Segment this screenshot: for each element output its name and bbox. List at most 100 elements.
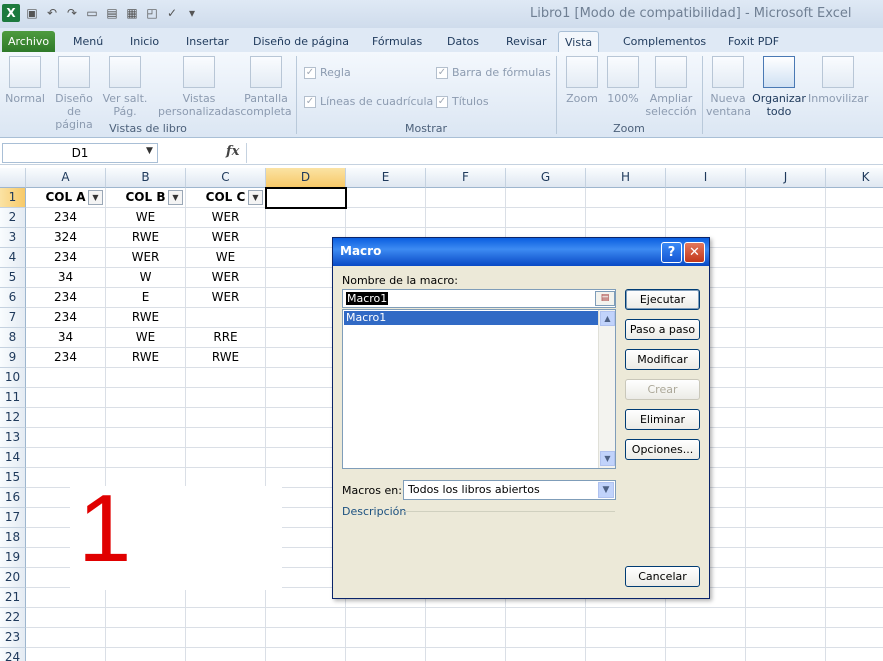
edit-button[interactable]: Modificar — [625, 349, 700, 370]
filter-dropdown-icon[interactable]: ▼ — [168, 190, 183, 205]
row-header-1[interactable]: 1 — [0, 188, 26, 208]
cell-a8[interactable]: 34 — [26, 328, 106, 348]
cell-j16[interactable] — [746, 488, 826, 508]
arrange-all-button[interactable]: Organizar todo — [752, 56, 806, 118]
row-header-11[interactable]: 11 — [0, 388, 26, 408]
cell-j24[interactable] — [746, 648, 826, 661]
cell-a6[interactable]: 234 — [26, 288, 106, 308]
row-header-23[interactable]: 23 — [0, 628, 26, 648]
cell-k11[interactable] — [826, 388, 883, 408]
cell-g1[interactable] — [506, 188, 586, 208]
filter-dropdown-icon[interactable]: ▼ — [88, 190, 103, 205]
macros-in-select[interactable]: Todos los libros abiertos ▼ — [403, 480, 616, 500]
cell-e24[interactable] — [346, 648, 426, 661]
zoom-button[interactable]: Zoom — [562, 56, 602, 105]
row-header-12[interactable]: 12 — [0, 408, 26, 428]
close-icon[interactable]: ✕ — [684, 242, 705, 263]
tab-formulas[interactable]: Fórmulas — [366, 31, 428, 52]
tab-inicio[interactable]: Inicio — [124, 31, 165, 52]
cell-c6[interactable]: WER — [186, 288, 266, 308]
cell-b9[interactable]: RWE — [106, 348, 186, 368]
row-header-19[interactable]: 19 — [0, 548, 26, 568]
cell-g22[interactable] — [506, 608, 586, 628]
row-header-14[interactable]: 14 — [0, 448, 26, 468]
cell-a23[interactable] — [26, 628, 106, 648]
new-file-icon[interactable]: ▭ — [84, 5, 100, 21]
gridlines-checkbox[interactable]: ✓ Líneas de cuadrícula — [304, 95, 433, 108]
cell-k8[interactable] — [826, 328, 883, 348]
cell-c9[interactable]: RWE — [186, 348, 266, 368]
cell-c7[interactable] — [186, 308, 266, 328]
delete-button[interactable]: Eliminar — [625, 409, 700, 430]
cancel-button[interactable]: Cancelar — [625, 566, 700, 587]
row-header-13[interactable]: 13 — [0, 428, 26, 448]
name-box[interactable]: D1 — [2, 143, 158, 163]
cell-j1[interactable] — [746, 188, 826, 208]
help-icon[interactable]: ? — [661, 242, 682, 263]
cell-a7[interactable]: 234 — [26, 308, 106, 328]
column-header-j[interactable]: J — [746, 168, 826, 188]
cell-i2[interactable] — [666, 208, 746, 228]
range-picker-icon[interactable]: ▤ — [595, 291, 615, 306]
cell-a3[interactable]: 324 — [26, 228, 106, 248]
freeze-panes-button[interactable]: Inmovilizar — [808, 56, 868, 105]
cell-j6[interactable] — [746, 288, 826, 308]
cell-a14[interactable] — [26, 448, 106, 468]
cell-k24[interactable] — [826, 648, 883, 661]
cell-d22[interactable] — [266, 608, 346, 628]
tab-vista[interactable]: Vista — [558, 31, 600, 52]
cell-j18[interactable] — [746, 528, 826, 548]
row-header-7[interactable]: 7 — [0, 308, 26, 328]
cell-h22[interactable] — [586, 608, 666, 628]
column-header-b[interactable]: B — [106, 168, 186, 188]
cell-a11[interactable] — [26, 388, 106, 408]
cell-c3[interactable]: WER — [186, 228, 266, 248]
cell-a24[interactable] — [26, 648, 106, 661]
column-header-e[interactable]: E — [346, 168, 426, 188]
cell-b5[interactable]: W — [106, 268, 186, 288]
print-preview-icon[interactable]: ◰ — [144, 5, 160, 21]
tab-revisar[interactable]: Revisar — [500, 31, 552, 52]
cell-k6[interactable] — [826, 288, 883, 308]
cell-b12[interactable] — [106, 408, 186, 428]
cell-j11[interactable] — [746, 388, 826, 408]
scroll-up-icon[interactable]: ▲ — [600, 311, 615, 326]
cell-g23[interactable] — [506, 628, 586, 648]
excel-logo-icon[interactable]: X — [2, 4, 20, 22]
cell-k12[interactable] — [826, 408, 883, 428]
cell-b23[interactable] — [106, 628, 186, 648]
page-break-view-button[interactable]: Ver salt. Pág. — [102, 56, 148, 118]
cell-h2[interactable] — [586, 208, 666, 228]
tab-diseno-pagina[interactable]: Diseño de página — [247, 31, 355, 52]
cell-a12[interactable] — [26, 408, 106, 428]
cell-b10[interactable] — [106, 368, 186, 388]
formula-bar-checkbox[interactable]: ✓ Barra de fórmulas — [436, 66, 551, 79]
cell-k19[interactable] — [826, 548, 883, 568]
page-layout-view-button[interactable]: Diseño de página — [48, 56, 100, 131]
insert-function-icon[interactable]: fx — [226, 144, 239, 159]
zoom-100-button[interactable]: 100% — [604, 56, 642, 105]
column-header-k[interactable]: K — [826, 168, 883, 188]
list-item[interactable]: Macro1 — [344, 311, 599, 325]
cell-j5[interactable] — [746, 268, 826, 288]
cell-c10[interactable] — [186, 368, 266, 388]
cell-j3[interactable] — [746, 228, 826, 248]
column-header-a[interactable]: A — [26, 168, 106, 188]
cell-j12[interactable] — [746, 408, 826, 428]
cell-c1[interactable]: COL C ▼ — [186, 188, 266, 208]
tab-foxit-pdf[interactable]: Foxit PDF — [722, 31, 785, 52]
cell-k18[interactable] — [826, 528, 883, 548]
macro-name-input[interactable]: Macro1 — [342, 289, 616, 308]
cell-d2[interactable] — [266, 208, 346, 228]
cell-i24[interactable] — [666, 648, 746, 661]
row-header-8[interactable]: 8 — [0, 328, 26, 348]
cell-c14[interactable] — [186, 448, 266, 468]
scrollbar[interactable]: ▲ ▼ — [598, 310, 615, 468]
row-header-16[interactable]: 16 — [0, 488, 26, 508]
cell-j8[interactable] — [746, 328, 826, 348]
cell-b6[interactable]: E — [106, 288, 186, 308]
cell-j14[interactable] — [746, 448, 826, 468]
select-all-corner[interactable] — [0, 168, 26, 188]
row-header-24[interactable]: 24 — [0, 648, 26, 661]
column-header-f[interactable]: F — [426, 168, 506, 188]
